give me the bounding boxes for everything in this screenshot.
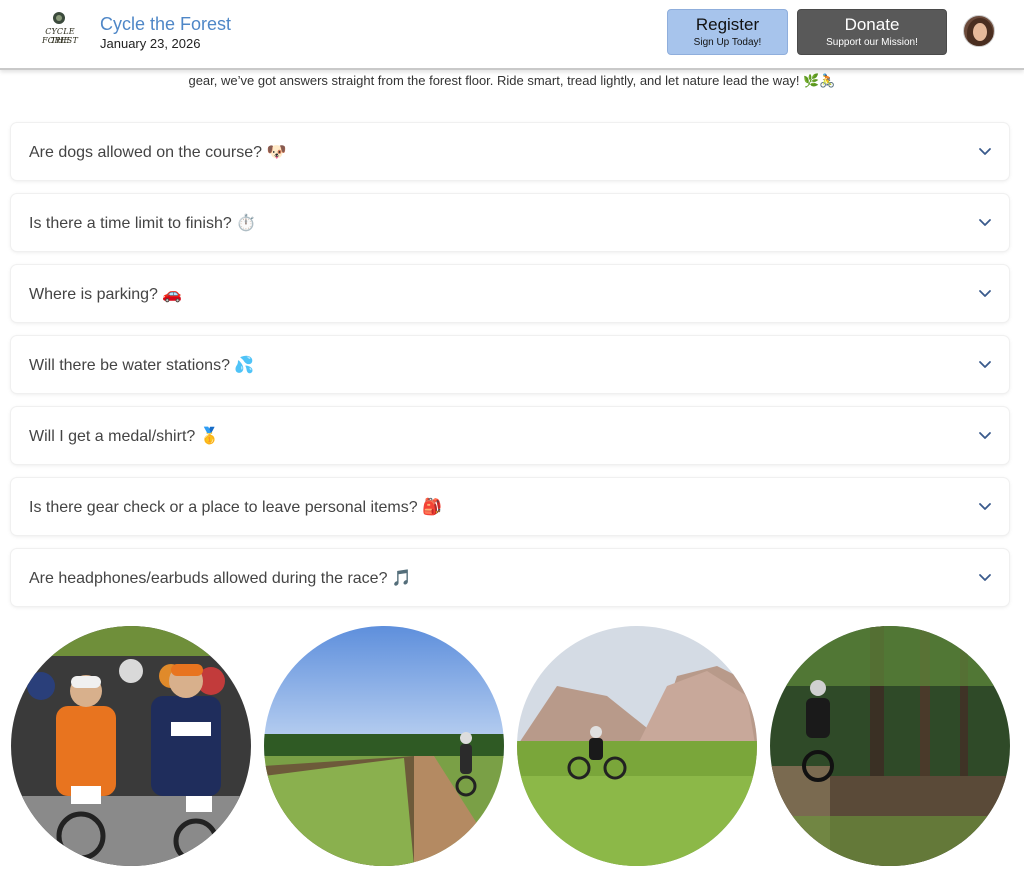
logo-text-line2: FOREST (42, 36, 78, 45)
site-title[interactable]: Cycle the Forest (100, 14, 231, 35)
faq-item-dogs[interactable]: Are dogs allowed on the course? 🐶 (11, 123, 1009, 180)
donate-button-sublabel: Support our Mission! (826, 37, 918, 48)
faq-item-time-limit[interactable]: Is there a time limit to finish? ⏱️ (11, 194, 1009, 251)
chevron-down-icon (979, 148, 991, 155)
chevron-down-icon (979, 432, 991, 439)
faq-item-medal-shirt[interactable]: Will I get a medal/shirt? 🥇 (11, 407, 1009, 464)
faq-question: Is there gear check or a place to leave … (29, 499, 443, 516)
chevron-down-icon (979, 574, 991, 581)
avatar-face (973, 23, 987, 41)
faq-intro-text: gear, we’ve got answers straight from th… (188, 73, 836, 88)
faq-question: Are headphones/earbuds allowed during th… (29, 570, 412, 587)
logo-mark-icon (53, 12, 65, 24)
event-date: January 23, 2026 (100, 36, 201, 51)
chevron-down-icon (979, 219, 991, 226)
photo-rider-on-dirt-road (264, 626, 504, 866)
donate-button-label: Donate (844, 15, 900, 34)
chevron-down-icon (979, 290, 991, 297)
site-logo[interactable]: CYCLE THE FOREST (36, 10, 84, 50)
faq-question: Will I get a medal/shirt? 🥇 (29, 428, 220, 445)
register-button-sublabel: Sign Up Today! (693, 37, 762, 48)
photo-rider-on-forest-trail (770, 626, 1010, 866)
donate-button[interactable]: Donate Support our Mission! (797, 9, 947, 55)
chevron-down-icon (979, 503, 991, 510)
faq-question: Is there a time limit to finish? ⏱️ (29, 215, 257, 232)
faq-item-headphones[interactable]: Are headphones/earbuds allowed during th… (11, 549, 1009, 606)
faq-item-parking[interactable]: Where is parking? 🚗 (11, 265, 1009, 322)
register-button[interactable]: Register Sign Up Today! (667, 9, 788, 55)
chevron-down-icon (979, 361, 991, 368)
photo-rider-on-mountain-meadow (517, 626, 757, 866)
user-avatar[interactable] (963, 15, 995, 47)
faq-question: Are dogs allowed on the course? 🐶 (29, 144, 287, 161)
register-button-label: Register (695, 15, 760, 34)
faq-item-gear-check[interactable]: Is there gear check or a place to leave … (11, 478, 1009, 535)
faq-item-water-stations[interactable]: Will there be water stations? 💦 (11, 336, 1009, 393)
photo-riders-at-start-line (11, 626, 251, 866)
faq-question: Where is parking? 🚗 (29, 286, 183, 303)
site-header: CYCLE THE FOREST Cycle the Forest Januar… (0, 0, 1024, 70)
faq-question: Will there be water stations? 💦 (29, 357, 255, 374)
